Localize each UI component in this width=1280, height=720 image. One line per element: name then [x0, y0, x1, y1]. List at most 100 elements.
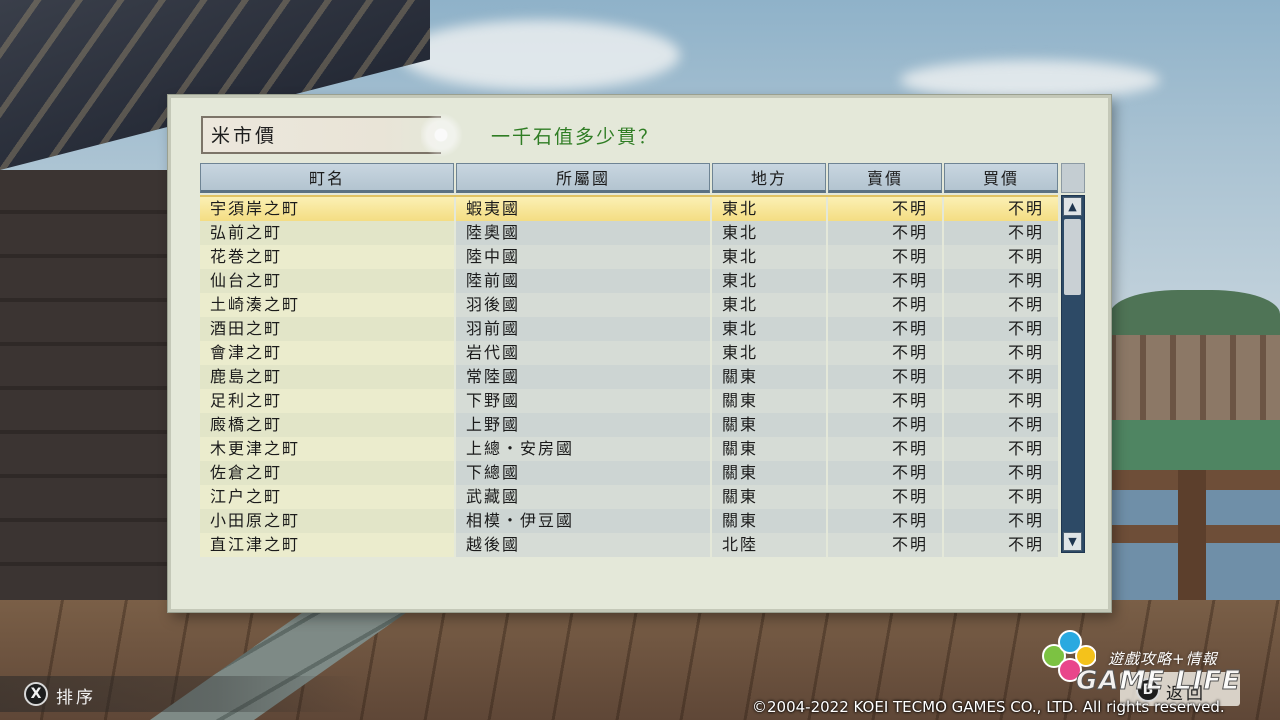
column-header-province[interactable]: 所屬國 [456, 163, 710, 193]
cell-region: 東北 [712, 245, 826, 269]
cell-sell-price: 不明 [828, 413, 942, 437]
building-wall [0, 170, 175, 610]
cell-sell-price: 不明 [828, 533, 942, 557]
cell-region: 東北 [712, 341, 826, 365]
cell-town: 宇須岸之町 [200, 197, 454, 221]
cell-sell-price: 不明 [828, 317, 942, 341]
cell-province: 上野國 [456, 413, 710, 437]
cell-sell-price: 不明 [828, 221, 942, 245]
cell-town: 弘前之町 [200, 221, 454, 245]
cell-buy-price: 不明 [944, 317, 1058, 341]
scrollbar[interactable]: ▲ ▼ [1061, 163, 1085, 553]
scrollbar-thumb[interactable] [1064, 219, 1081, 295]
sort-label[interactable]: 排序 [56, 683, 96, 708]
table-body: 宇須岸之町 蝦夷國 東北 不明 不明 弘前之町 陸奧國 東北 不明 不明 花巻之町 陸中國 東北 不明 不明… [200, 195, 1058, 557]
cell-town: 江户之町 [200, 485, 454, 509]
cell-province: 羽後國 [456, 293, 710, 317]
cell-sell-price: 不明 [828, 341, 942, 365]
cell-province: 常陸國 [456, 365, 710, 389]
table-row[interactable]: 江户之町 武藏國 關東 不明 不明 [200, 485, 1058, 509]
cell-region: 關東 [712, 461, 826, 485]
cell-buy-price: 不明 [944, 509, 1058, 533]
cell-buy-price: 不明 [944, 221, 1058, 245]
cell-buy-price: 不明 [944, 389, 1058, 413]
column-header-town[interactable]: 町名 [200, 163, 454, 193]
cell-province: 陸前國 [456, 269, 710, 293]
table-header: 町名 所屬國 地方 賣價 買價 [200, 163, 1058, 193]
cell-buy-price: 不明 [944, 269, 1058, 293]
distant-fence [1110, 335, 1280, 420]
cell-province: 羽前國 [456, 317, 710, 341]
price-table: 町名 所屬國 地方 賣價 買價 宇須岸之町 蝦夷國 東北 不明 不明 弘前之町 陸奧國 東北不… [200, 163, 1085, 557]
table-row[interactable]: 木更津之町 上總・安房國 關東 不明 不明 [200, 437, 1058, 461]
button-hint-bar [0, 676, 360, 712]
cell-region: 東北 [712, 269, 826, 293]
dialog-title: 米市價 [211, 125, 278, 147]
cell-buy-price: 不明 [944, 461, 1058, 485]
cell-town: 會津之町 [200, 341, 454, 365]
cell-province: 相模・伊豆國 [456, 509, 710, 533]
table-row[interactable]: 花巻之町 陸中國 東北 不明 不明 [200, 245, 1058, 269]
table-row[interactable]: 足利之町 下野國 關東 不明 不明 [200, 389, 1058, 413]
table-row[interactable]: 小田原之町 相模・伊豆國 關東 不明 不明 [200, 509, 1058, 533]
scroll-up-icon[interactable]: ▲ [1063, 197, 1082, 216]
cell-buy-price: 不明 [944, 245, 1058, 269]
column-header-region[interactable]: 地方 [712, 163, 826, 193]
cell-region: 北陸 [712, 533, 826, 557]
cell-town: 仙台之町 [200, 269, 454, 293]
cell-sell-price: 不明 [828, 293, 942, 317]
table-row[interactable]: 仙台之町 陸前國 東北 不明 不明 [200, 269, 1058, 293]
cell-province: 下野國 [456, 389, 710, 413]
table-row[interactable]: 弘前之町 陸奧國 東北 不明 不明 [200, 221, 1058, 245]
column-header-buy-price[interactable]: 買價 [944, 163, 1058, 193]
cell-sell-price: 不明 [828, 365, 942, 389]
cell-buy-price: 不明 [944, 437, 1058, 461]
scroll-down-icon[interactable]: ▼ [1063, 532, 1082, 551]
table-row[interactable]: 土崎湊之町 羽後國 東北 不明 不明 [200, 293, 1058, 317]
column-header-sell-price[interactable]: 賣價 [828, 163, 942, 193]
cell-province: 上總・安房國 [456, 437, 710, 461]
cell-sell-price: 不明 [828, 389, 942, 413]
cell-region: 東北 [712, 197, 826, 221]
cell-region: 東北 [712, 317, 826, 341]
x-button-icon[interactable]: X [24, 682, 48, 706]
cloud [400, 20, 680, 90]
copyright-notice: ©2004-2022 KOEI TECMO GAMES CO., LTD. Al… [752, 698, 1225, 716]
table-row[interactable]: 酒田之町 羽前國 東北 不明 不明 [200, 317, 1058, 341]
cell-buy-price: 不明 [944, 293, 1058, 317]
cell-town: 直江津之町 [200, 533, 454, 557]
cell-town: 鹿島之町 [200, 365, 454, 389]
cell-sell-price: 不明 [828, 245, 942, 269]
scrollbar-header-cap [1061, 163, 1085, 193]
railing-post [1178, 470, 1206, 610]
rice-price-dialog: 米市價 一千石值多少貫？ 町名 所屬國 地方 賣價 買價 宇須岸之町 蝦夷國 東北不… [168, 95, 1111, 612]
cell-province: 武藏國 [456, 485, 710, 509]
table-row[interactable]: 佐倉之町 下總國 關東 不明 不明 [200, 461, 1058, 485]
cloud [900, 60, 1160, 100]
cell-town: 土崎湊之町 [200, 293, 454, 317]
cell-region: 關東 [712, 389, 826, 413]
cell-town: 酒田之町 [200, 317, 454, 341]
cell-region: 東北 [712, 221, 826, 245]
watermark-logo: GAME LIFE [1076, 666, 1241, 697]
cell-buy-price: 不明 [944, 485, 1058, 509]
cell-sell-price: 不明 [828, 269, 942, 293]
cell-sell-price: 不明 [828, 485, 942, 509]
cell-province: 岩代國 [456, 341, 710, 365]
cell-region: 關東 [712, 485, 826, 509]
table-row[interactable]: 廄橋之町 上野國 關東 不明 不明 [200, 413, 1058, 437]
cell-province: 下總國 [456, 461, 710, 485]
cell-region: 關東 [712, 365, 826, 389]
table-row[interactable]: 宇須岸之町 蝦夷國 東北 不明 不明 [200, 195, 1058, 221]
cell-region: 關東 [712, 413, 826, 437]
cell-buy-price: 不明 [944, 365, 1058, 389]
cell-province: 陸奧國 [456, 221, 710, 245]
cell-town: 木更津之町 [200, 437, 454, 461]
table-row[interactable]: 鹿島之町 常陸國 關東 不明 不明 [200, 365, 1058, 389]
cell-region: 關東 [712, 509, 826, 533]
cell-buy-price: 不明 [944, 341, 1058, 365]
table-row[interactable]: 會津之町 岩代國 東北 不明 不明 [200, 341, 1058, 365]
table-row[interactable]: 直江津之町 越後國 北陸 不明 不明 [200, 533, 1058, 557]
cell-town: 小田原之町 [200, 509, 454, 533]
cell-sell-price: 不明 [828, 461, 942, 485]
